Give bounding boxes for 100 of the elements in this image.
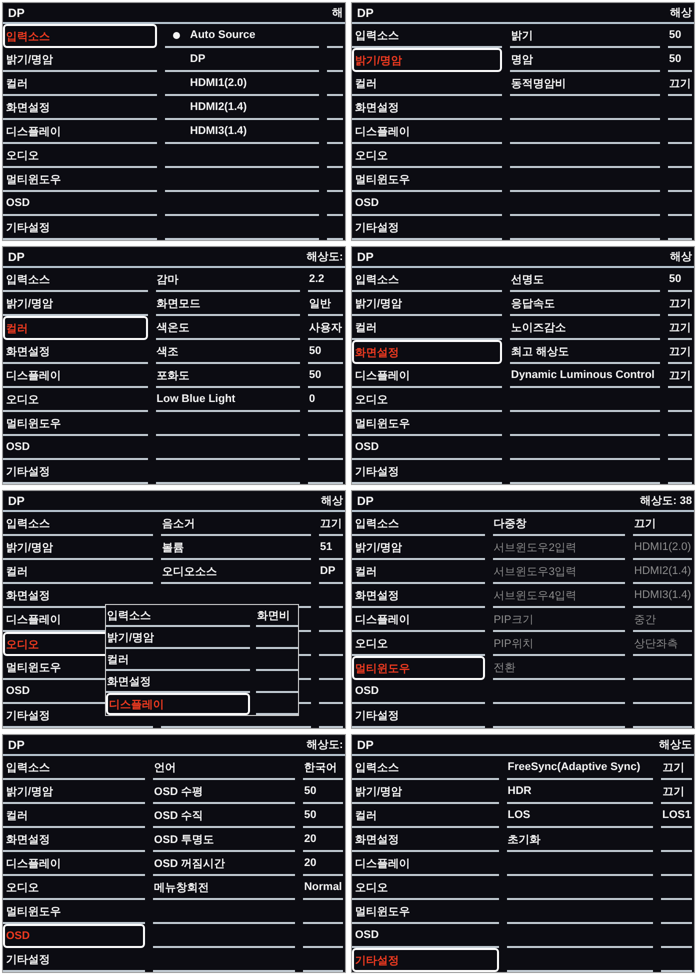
menu-item[interactable]: OSD: [352, 924, 499, 948]
setting-item[interactable]: OSD 투명도: [153, 828, 296, 852]
menu-item[interactable]: 컬러: [106, 649, 250, 671]
menu-item[interactable]: OSD: [3, 436, 148, 460]
setting-item[interactable]: HDMI3(1.4): [165, 120, 319, 144]
menu-item[interactable]: 밝기/명암: [3, 292, 148, 316]
menu-item[interactable]: 멀티윈도우: [352, 168, 502, 192]
menu-item[interactable]: 멀티윈도우: [352, 656, 485, 680]
setting-item[interactable]: 오디오소스: [161, 560, 311, 584]
setting-item[interactable]: 메뉴창회전: [153, 876, 296, 900]
setting-item[interactable]: HDMI2(1.4): [165, 96, 319, 120]
menu-item[interactable]: 오디오: [3, 388, 148, 412]
menu-item[interactable]: 화면설정: [352, 96, 502, 120]
menu-item[interactable]: 오디오: [352, 144, 502, 168]
setting-item[interactable]: 음소거: [161, 512, 311, 536]
menu-item[interactable]: 멀티윈도우: [352, 900, 499, 924]
menu-item[interactable]: 입력소스: [3, 512, 153, 536]
menu-item[interactable]: 화면설정: [352, 828, 499, 852]
menu-item[interactable]: 기타설정: [352, 704, 485, 728]
setting-item[interactable]: OSD 꺼짐시간: [153, 852, 296, 876]
setting-item[interactable]: 최고 해상도: [510, 340, 660, 364]
menu-item[interactable]: 밝기/명암: [352, 48, 502, 72]
menu-item[interactable]: 화면설정: [3, 340, 148, 364]
setting-item[interactable]: 포화도: [156, 364, 300, 388]
menu-item[interactable]: 화면설정: [3, 828, 146, 852]
menu-item[interactable]: 입력소스: [3, 268, 148, 292]
menu-item[interactable]: 기타설정: [3, 948, 146, 972]
menu-item[interactable]: 오디오: [3, 144, 157, 168]
menu-item[interactable]: 오디오: [352, 876, 499, 900]
menu-item[interactable]: 컬러: [3, 560, 153, 584]
setting-item[interactable]: 다중창: [492, 512, 626, 536]
menu-item[interactable]: 디스플레이: [3, 852, 146, 876]
menu-item[interactable]: 기타설정: [352, 216, 502, 240]
menu-item[interactable]: 밝기/명암: [106, 627, 250, 649]
menu-item[interactable]: 컬러: [3, 804, 146, 828]
menu-item[interactable]: 기타설정: [352, 948, 499, 972]
menu-item[interactable]: 컬러: [3, 316, 148, 340]
menu-item[interactable]: 밝기/명암: [352, 536, 485, 560]
menu-item[interactable]: OSD: [352, 192, 502, 216]
menu-item[interactable]: OSD: [352, 436, 502, 460]
setting-item[interactable]: 노이즈감소: [510, 316, 660, 340]
menu-item[interactable]: 입력소스: [352, 512, 485, 536]
menu-item[interactable]: 디스플레이: [352, 120, 502, 144]
menu-item[interactable]: 밝기/명암: [352, 292, 502, 316]
menu-item[interactable]: OSD: [3, 192, 157, 216]
menu-item[interactable]: 화면설정: [352, 584, 485, 608]
setting-item[interactable]: LOS: [506, 804, 654, 828]
setting-item[interactable]: 색조: [156, 340, 300, 364]
setting-item[interactable]: 화면비: [256, 605, 298, 627]
menu-item[interactable]: 입력소스: [3, 24, 157, 48]
menu-item[interactable]: 디스플레이: [3, 364, 148, 388]
menu-item[interactable]: 입력소스: [106, 605, 250, 627]
menu-item[interactable]: 기타설정: [3, 216, 157, 240]
menu-item[interactable]: 밝기/명암: [3, 780, 146, 804]
menu-item[interactable]: OSD: [352, 680, 485, 704]
menu-item[interactable]: OSD: [3, 924, 146, 948]
setting-item[interactable]: 색온도: [156, 316, 300, 340]
menu-item[interactable]: 디스플레이: [3, 120, 157, 144]
setting-item[interactable]: 감마: [156, 268, 300, 292]
setting-item[interactable]: 선명도: [510, 268, 660, 292]
setting-item[interactable]: 볼륨: [161, 536, 311, 560]
menu-item[interactable]: 디스플레이: [352, 364, 502, 388]
setting-item[interactable]: 초기화: [506, 828, 654, 852]
menu-item[interactable]: 기타설정: [3, 460, 148, 484]
setting-item[interactable]: HDMI1(2.0): [165, 72, 319, 96]
menu-item[interactable]: 컬러: [352, 560, 485, 584]
setting-item[interactable]: OSD 수직: [153, 804, 296, 828]
setting-item[interactable]: DP: [165, 48, 319, 72]
setting-item[interactable]: 언어: [153, 756, 296, 780]
setting-item[interactable]: 밝기: [510, 24, 660, 48]
menu-item[interactable]: 화면설정: [106, 671, 250, 693]
menu-item[interactable]: 밝기/명암: [3, 536, 153, 560]
menu-item[interactable]: 오디오: [352, 632, 485, 656]
menu-item[interactable]: 컬러: [352, 316, 502, 340]
menu-item[interactable]: 기타설정: [352, 460, 502, 484]
setting-item[interactable]: 응답속도: [510, 292, 660, 316]
menu-item[interactable]: 화면설정: [352, 340, 502, 364]
menu-item[interactable]: 오디오: [352, 388, 502, 412]
menu-item[interactable]: 밝기/명암: [352, 780, 499, 804]
menu-item[interactable]: 멀티윈도우: [3, 168, 157, 192]
setting-item[interactable]: OSD 수평: [153, 780, 296, 804]
menu-item[interactable]: 밝기/명암: [3, 48, 157, 72]
setting-item[interactable]: Low Blue Light: [156, 388, 300, 412]
menu-item[interactable]: 입력소스: [352, 268, 502, 292]
menu-item[interactable]: 오디오: [3, 876, 146, 900]
menu-item[interactable]: 멀티윈도우: [352, 412, 502, 436]
menu-item[interactable]: 컬러: [352, 72, 502, 96]
menu-item[interactable]: 입력소스: [3, 756, 146, 780]
menu-item[interactable]: 멀티윈도우: [3, 412, 148, 436]
menu-item[interactable]: 멀티윈도우: [3, 900, 146, 924]
menu-item[interactable]: 컬러: [352, 804, 499, 828]
menu-item[interactable]: 디스플레이: [352, 852, 499, 876]
menu-item[interactable]: 입력소스: [352, 24, 502, 48]
setting-item[interactable]: 동적명암비: [510, 72, 660, 96]
menu-item[interactable]: 디스플레이: [106, 693, 250, 715]
menu-item[interactable]: 입력소스: [352, 756, 499, 780]
setting-item[interactable]: FreeSync(Adaptive Sync): [506, 756, 654, 780]
setting-item[interactable]: Dynamic Luminous Control: [510, 364, 660, 388]
setting-item[interactable]: HDR: [506, 780, 654, 804]
menu-item[interactable]: 컬러: [3, 72, 157, 96]
